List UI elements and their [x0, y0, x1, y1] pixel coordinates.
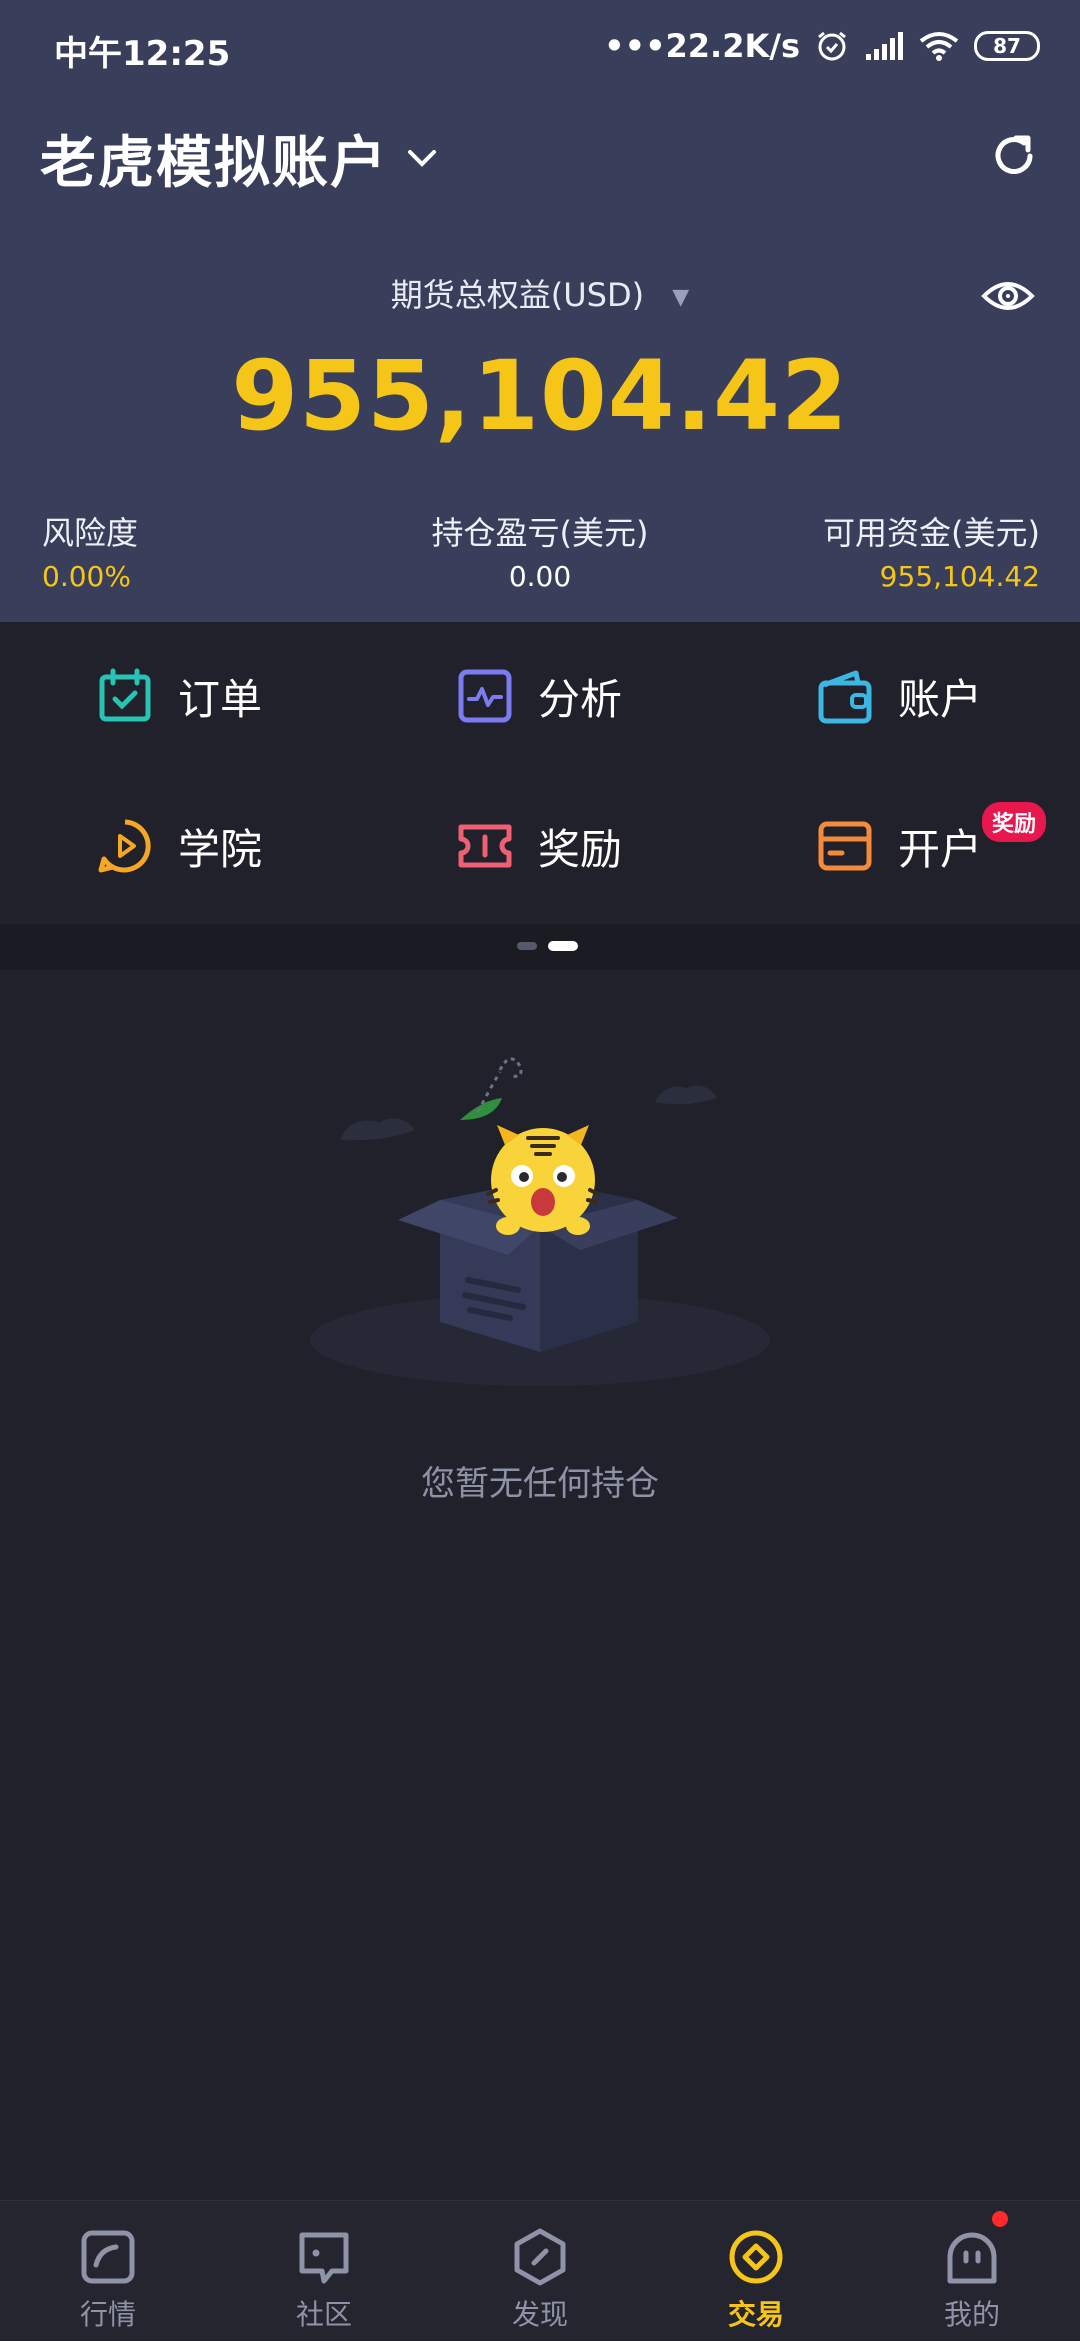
- equity-label: 期货总权益(USD): [390, 276, 645, 314]
- tab-community-label: 社区: [295, 2298, 352, 2331]
- wifi-icon: [919, 32, 959, 61]
- available-funds-value: 955,104.42: [879, 560, 1040, 593]
- tab-market-label: 行情: [79, 2298, 136, 2331]
- status-indicators: •••22.2K/s 87: [604, 24, 1040, 68]
- menu-analysis[interactable]: 分析: [456, 646, 756, 746]
- account-header: 中午12:25 •••22.2K/s 87 老虎模拟账户 期货总权益(USD) …: [0, 0, 1080, 622]
- menu-account[interactable]: 账户: [816, 646, 1080, 746]
- menu-rewards-label: 奖励: [538, 824, 623, 874]
- pager-dot-1[interactable]: [517, 942, 537, 950]
- chat-icon: [299, 2232, 349, 2284]
- tab-mine[interactable]: 我的: [864, 2201, 1080, 2341]
- menu-open-account-label: 开户: [898, 824, 983, 874]
- empty-state-message: 您暂无任何持仓: [421, 1464, 659, 1504]
- status-time: 中午12:25: [54, 34, 231, 74]
- refresh-icon[interactable]: [986, 128, 1042, 184]
- menu-rewards[interactable]: 奖励: [456, 796, 756, 896]
- profile-icon: [947, 2232, 997, 2284]
- empty-box-tiger-illustration: [310, 1057, 770, 1386]
- compass-icon: [514, 2228, 566, 2286]
- tab-mine-label: 我的: [943, 2298, 1000, 2331]
- calendar-check-icon: [99, 668, 151, 722]
- card-icon: [818, 821, 872, 871]
- tab-trade-label: 交易: [727, 2298, 784, 2331]
- play-circle-icon: [98, 819, 151, 873]
- menu-account-label: 账户: [898, 674, 983, 724]
- menu-academy[interactable]: 学院: [96, 796, 396, 896]
- eye-icon[interactable]: [980, 268, 1036, 324]
- ticket-icon: [458, 824, 512, 868]
- menu-analysis-label: 分析: [538, 674, 623, 724]
- battery-icon: 87: [974, 31, 1040, 61]
- caret-down-icon: ▼: [672, 284, 690, 310]
- chevron-down-icon: [408, 150, 436, 167]
- available-funds-label: 可用资金(美元): [823, 514, 1040, 552]
- equity-value: 955,104.42: [231, 340, 849, 452]
- tab-discover[interactable]: 发现: [432, 2201, 648, 2341]
- signal-icon: [866, 32, 903, 60]
- available-funds-stat: 可用资金(美元) 955,104.42: [823, 508, 1040, 593]
- wallet-icon: [818, 670, 872, 724]
- account-stats: 风险度 0.00% 持仓盈亏(美元) 0.00 可用资金(美元) 955,104…: [0, 508, 1080, 598]
- menu-orders[interactable]: 订单: [96, 646, 396, 746]
- tab-market[interactable]: 行情: [0, 2201, 216, 2341]
- tab-trade[interactable]: 交易: [648, 2201, 864, 2341]
- tab-community[interactable]: 社区: [216, 2201, 432, 2341]
- account-title: 老虎模拟账户: [40, 130, 388, 196]
- menu-academy-label: 学院: [178, 824, 263, 874]
- menu-orders-label: 订单: [178, 674, 263, 724]
- trade-icon: [729, 2230, 783, 2284]
- notification-dot: [992, 2211, 1008, 2227]
- equity-selector[interactable]: 期货总权益(USD) ▼: [0, 270, 1080, 316]
- network-speed: •••22.2K/s: [604, 27, 800, 65]
- pager-dot-2[interactable]: [548, 941, 578, 951]
- account-switcher[interactable]: 老虎模拟账户: [40, 118, 442, 198]
- menu-pager: [0, 924, 1080, 970]
- quick-menu: 订单 分析 账户 学院 奖励 开户 奖励: [0, 622, 1080, 924]
- alarm-icon: [818, 31, 846, 61]
- market-icon: [81, 2230, 135, 2284]
- tab-discover-label: 发现: [511, 2298, 568, 2331]
- rewards-badge: 奖励: [982, 802, 1047, 842]
- bottom-tab-bar: 行情 社区 发现 交易 我的: [0, 2200, 1080, 2340]
- status-bar: 中午12:25 •••22.2K/s 87: [0, 0, 1080, 92]
- chart-pulse-icon: [458, 669, 512, 723]
